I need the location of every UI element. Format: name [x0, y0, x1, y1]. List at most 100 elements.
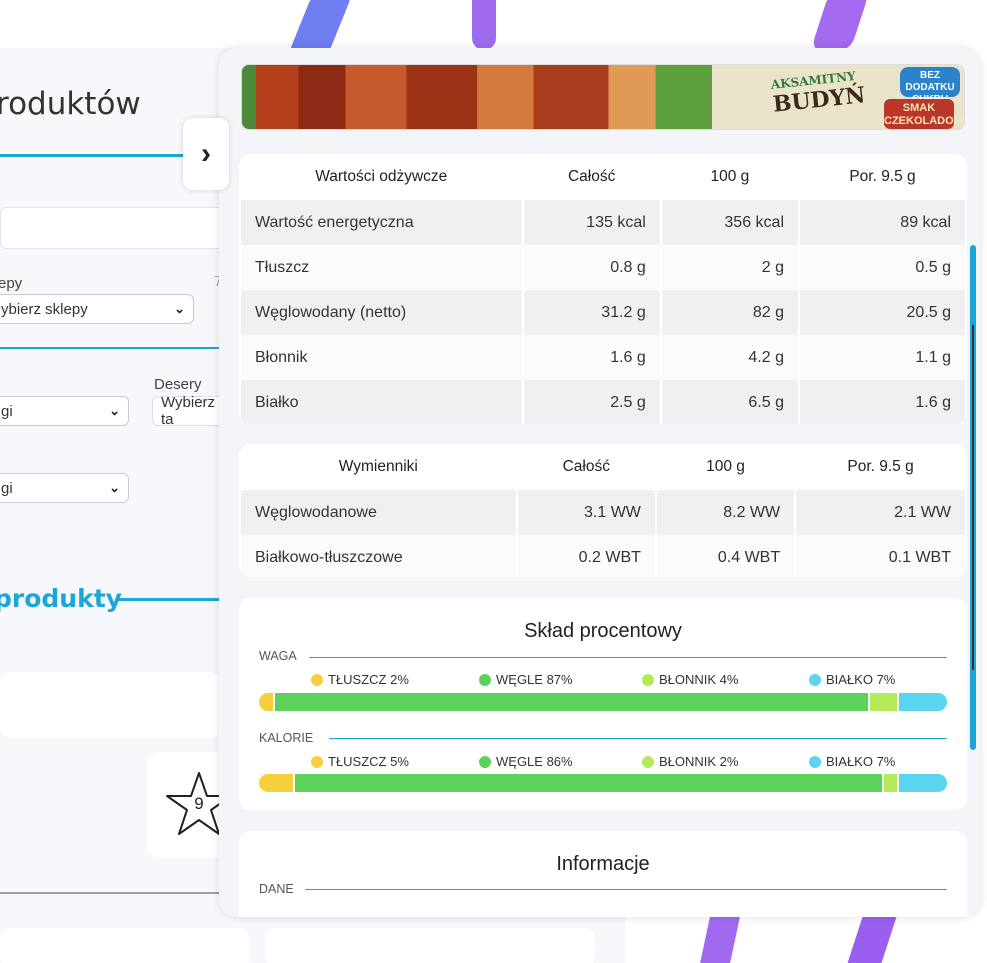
banner-badge-flavor: SMAK CZEKOLADOWY	[884, 99, 964, 129]
chevron-down-icon: ⌄	[109, 403, 120, 418]
weight-label: WAGA	[259, 649, 297, 663]
calories-legend-label: TŁUSZCZ 5%	[328, 754, 409, 769]
nutrition-table: Wartości odżywcze Całość 100 g Por. 9.5 …	[239, 154, 967, 424]
table-row: Białko 2.5 g 6.5 g 1.6 g	[241, 380, 965, 424]
table-row: Tłuszcz 0.8 g 2 g 0.5 g	[241, 245, 965, 290]
weight-legend-item: BŁONNIK 4%	[642, 672, 738, 687]
section-title: produkty	[0, 584, 122, 613]
calories-legend-label: BIAŁKO 7%	[826, 754, 896, 769]
calories-legend-item: BIAŁKO 7%	[809, 754, 895, 769]
data-label: DANE	[259, 882, 294, 896]
nutrient-value: 82 g	[661, 290, 798, 335]
calories-legend-dot	[809, 755, 821, 768]
table-row: Węglowodanowe 3.1 WW 8.2 WW 2.1 WW	[241, 490, 965, 535]
desserts-select-value: Wybierz ta	[161, 394, 216, 428]
weight-legend-dot	[642, 673, 654, 686]
nutrient-value: 89 kcal	[800, 200, 965, 245]
weight-bar	[259, 693, 947, 711]
background-card	[0, 672, 222, 738]
table-row: Białkowo-tłuszczowe 0.2 WBT 0.4 WBT 0.1 …	[241, 535, 965, 577]
weight-legend-item: BIAŁKO 7%	[809, 672, 895, 687]
weight-legend-label: BŁONNIK 4%	[659, 672, 739, 687]
nutrient-name: Tłuszcz	[241, 245, 522, 290]
nutrient-value: 0.5 g	[800, 245, 965, 290]
weight-bar-segment	[259, 693, 273, 711]
calories-legend: TŁUSZCZ 5% WĘGLE 86% BŁONNIK 2% BIAŁKO 7%	[259, 754, 949, 772]
exchanger-name: Białkowo-tłuszczowe	[241, 535, 516, 577]
exchanger-value: 3.1 WW	[517, 490, 655, 535]
calories-bar-segment	[295, 774, 882, 792]
product-banner-image: AKSAMITNY BUDYŃ BEZ DODATKU CUKRU SMAK C…	[241, 64, 965, 130]
exchangers-card: Wymienniki Całość 100 g Por. 9.5 g Węglo…	[239, 444, 967, 577]
calories-legend-dot	[642, 755, 654, 768]
exchanger-value: 0.1 WBT	[796, 535, 965, 577]
select-b-value: gi	[1, 479, 13, 497]
select-b[interactable]: gi ⌄	[0, 473, 129, 503]
weight-legend-item: WĘGLE 87%	[479, 672, 573, 687]
nutrition-card: Wartości odżywcze Całość 100 g Por. 9.5 …	[239, 154, 967, 424]
exchanger-value: 2.1 WW	[796, 490, 965, 535]
shops-label: epy	[0, 275, 23, 292]
weight-legend-label: BIAŁKO 7%	[826, 672, 896, 687]
select-a-value: gi	[1, 402, 13, 420]
weight-bar-segment	[274, 693, 868, 711]
exchangers-header: Wymienniki	[338, 458, 418, 475]
table-row: Wartość energetyczna 135 kcal 356 kcal 8…	[241, 200, 965, 245]
exchanger-value: 0.2 WBT	[517, 535, 655, 577]
nutrient-value: 0.8 g	[523, 245, 660, 290]
bg-stripe	[472, 0, 496, 50]
scrollbar-thumb[interactable]	[972, 325, 974, 670]
banner-packaging: AKSAMITNY BUDYŃ BEZ DODATKU CUKRU SMAK C…	[712, 65, 964, 129]
calories-label: KALORIE	[259, 731, 314, 745]
table-row: Węglowodany (netto) 31.2 g 82 g 20.5 g	[241, 290, 965, 335]
info-card: Informacje DANE	[239, 831, 967, 917]
nutrient-value: 1.6 g	[800, 380, 965, 424]
nutrient-value: 356 kcal	[661, 200, 798, 245]
exchangers-header: 100 g	[706, 458, 745, 475]
background-card	[265, 928, 595, 963]
shops-select-value: ybierz sklepy	[1, 300, 88, 318]
desserts-label: Desery	[154, 376, 202, 393]
calories-legend-label: BŁONNIK 2%	[659, 754, 739, 769]
shops-select[interactable]: ybierz sklepy ⌄	[0, 294, 194, 324]
calories-bar-segment	[883, 774, 898, 792]
calories-legend-dot	[311, 755, 323, 768]
nutrition-header: Wartości odżywcze	[315, 168, 448, 185]
nutrient-value: 2.5 g	[523, 380, 660, 424]
nutrient-value: 20.5 g	[800, 290, 965, 335]
weight-bar-segment	[899, 693, 947, 711]
panel-toggle-button[interactable]: ›	[183, 118, 229, 190]
weight-legend-dot	[809, 673, 821, 686]
banner-badge-sugar: BEZ DODATKU CUKRU	[900, 67, 960, 105]
data-divider	[305, 889, 947, 890]
nutrient-value: 1.6 g	[523, 335, 660, 380]
banner-photo	[242, 65, 712, 129]
chevron-down-icon: ⌄	[174, 301, 185, 316]
info-title: Informacje	[556, 853, 650, 875]
calories-bar	[259, 774, 947, 792]
calories-legend-item: TŁUSZCZ 5%	[311, 754, 409, 769]
exchangers-table: Wymienniki Całość 100 g Por. 9.5 g Węglo…	[239, 444, 967, 577]
composition-title: Skład procentowy	[524, 620, 682, 642]
weight-bar-segment	[869, 693, 898, 711]
nutrient-name: Wartość energetyczna	[241, 200, 522, 245]
background-card	[0, 928, 250, 963]
exchangers-header: Por. 9.5 g	[847, 458, 914, 475]
chevron-right-icon: ›	[201, 137, 211, 170]
table-row: Błonnik 1.6 g 4.2 g 1.1 g	[241, 335, 965, 380]
weight-legend-dot	[479, 673, 491, 686]
section-underline	[118, 598, 223, 601]
calories-divider	[329, 738, 947, 739]
calories-bar-segment	[899, 774, 947, 792]
weight-legend-label: TŁUSZCZ 2%	[328, 672, 409, 687]
nutrient-value: 4.2 g	[661, 335, 798, 380]
exchanger-name: Węglowodanowe	[241, 490, 516, 535]
exchanger-value: 8.2 WW	[656, 490, 795, 535]
select-a[interactable]: gi ⌄	[0, 396, 129, 426]
nutrient-value: 31.2 g	[523, 290, 660, 335]
weight-divider	[309, 657, 947, 658]
nutrient-name: Białko	[241, 380, 522, 424]
nutrient-name: Błonnik	[241, 335, 522, 380]
composition-card: Skład procentowy WAGA TŁUSZCZ 2% WĘGLE 87…	[239, 598, 967, 810]
search-input[interactable]	[0, 207, 226, 249]
